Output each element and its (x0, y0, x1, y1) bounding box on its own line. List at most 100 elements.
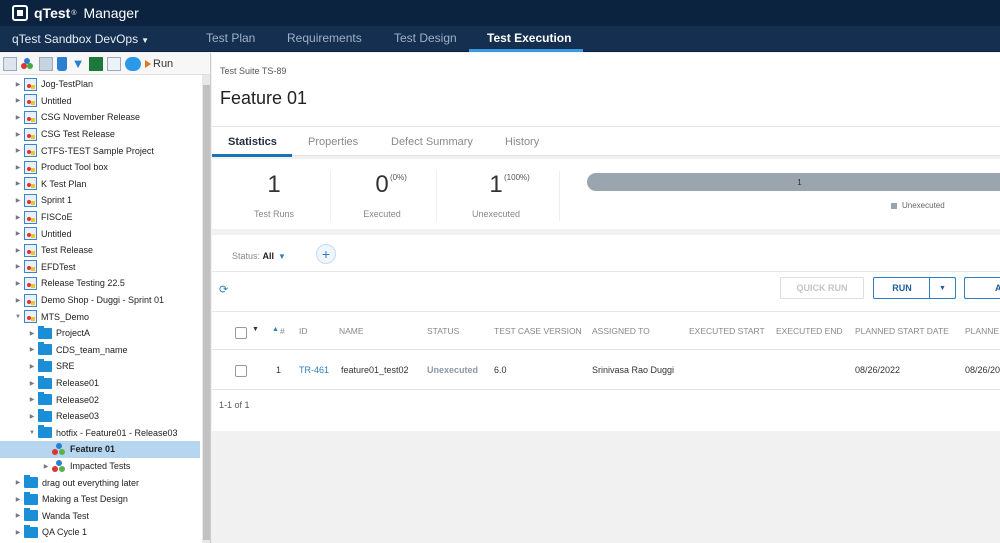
expand-closed-icon[interactable]: ▶ (28, 396, 36, 403)
tree-item[interactable]: ▶ drag out everything later (0, 474, 200, 491)
release-icon[interactable] (3, 56, 17, 71)
expand-closed-icon[interactable]: ▶ (14, 81, 22, 88)
tree-item[interactable]: ▶ Untitled (0, 225, 200, 242)
tree-item[interactable]: ▶ CSG Test Release (0, 126, 200, 143)
status-filter[interactable]: Status: All ▼ (232, 251, 286, 261)
expand-closed-icon[interactable]: ▶ (14, 131, 22, 138)
col-header-assigned-to[interactable]: ASSIGNED TO (592, 326, 650, 336)
tree-item[interactable]: ▶ CDS_team_name (0, 342, 200, 359)
select-menu-caret-icon[interactable]: ▼ (252, 326, 259, 333)
expand-closed-icon[interactable]: ▶ (14, 230, 22, 237)
expand-closed-icon[interactable]: ▶ (28, 380, 36, 387)
nav-tab-requirements[interactable]: Requirements (287, 31, 362, 45)
tree-item[interactable]: ▶ EFDTest (0, 259, 200, 276)
col-header-status[interactable]: STATUS (427, 326, 459, 336)
expand-closed-icon[interactable]: ▶ (42, 463, 50, 470)
export-excel-icon[interactable] (89, 56, 103, 71)
row-checkbox[interactable] (235, 365, 247, 377)
tree-item[interactable]: ▶ QA Cycle 1 (0, 524, 200, 541)
release-icon (24, 293, 37, 307)
expand-closed-icon[interactable]: ▶ (14, 114, 22, 121)
refresh-icon[interactable]: ⟳ (219, 283, 228, 296)
tree-item[interactable]: ▶ Impacted Tests (0, 458, 200, 475)
sidebar-scrollbar[interactable] (202, 75, 210, 543)
col-header-id[interactable]: ID (299, 326, 308, 336)
tree-item[interactable]: ▶ Demo Shop - Duggi - Sprint 01 (0, 292, 200, 309)
import-icon[interactable] (107, 56, 121, 71)
add-filter-button[interactable]: + (316, 244, 336, 264)
tree-item[interactable]: ▶ Jog-TestPlan (0, 76, 200, 93)
expand-closed-icon[interactable]: ▶ (14, 512, 22, 519)
expand-closed-icon[interactable]: ▶ (14, 496, 22, 503)
expand-closed-icon[interactable]: ▶ (14, 247, 22, 254)
expand-open-icon[interactable]: ▼ (14, 314, 22, 320)
release-icon (24, 276, 37, 290)
sort-asc-icon[interactable]: ▲ (272, 326, 279, 333)
tree-item[interactable]: ▶ Product Tool box (0, 159, 200, 176)
tree-item[interactable]: ▶ Release01 (0, 375, 200, 392)
nav-tab-test-design[interactable]: Test Design (394, 31, 457, 45)
tree-item[interactable]: ▼ MTS_Demo (0, 308, 200, 325)
tab-defect-summary[interactable]: Defect Summary (391, 136, 473, 148)
tree-item[interactable]: Feature 01 (0, 441, 200, 458)
expand-closed-icon[interactable]: ▶ (28, 346, 36, 353)
tab-statistics[interactable]: Statistics (228, 136, 277, 148)
expand-closed-icon[interactable]: ▶ (14, 164, 22, 171)
tree-item[interactable]: ▶ Sprint 1 (0, 192, 200, 209)
quick-run-button[interactable]: QUICK RUN (780, 277, 864, 299)
scrollbar-thumb[interactable] (203, 85, 210, 540)
third-action-button[interactable]: A (964, 277, 1000, 299)
tree-item[interactable]: ▶ Untitled (0, 93, 200, 110)
col-header-executed-end[interactable]: EXECUTED END (776, 326, 843, 336)
tree-item[interactable]: ▶ ProjectA (0, 325, 200, 342)
tree-item[interactable]: ▶ Release03 (0, 408, 200, 425)
expand-closed-icon[interactable]: ▶ (14, 214, 22, 221)
project-selector[interactable]: qTest Sandbox DevOps ▼ (12, 32, 149, 46)
tree-item[interactable]: ▶ CSG November Release (0, 109, 200, 126)
col-header-test-case-version[interactable]: TEST CASE VERSION (494, 326, 582, 336)
delete-icon[interactable] (57, 56, 67, 71)
tree-item[interactable]: ▶ Test Release (0, 242, 200, 259)
tree-item[interactable]: ▶ Making a Test Design (0, 491, 200, 508)
tab-history[interactable]: History (505, 136, 539, 148)
nav-tab-test-execution[interactable]: Test Execution (487, 31, 571, 45)
expand-closed-icon[interactable]: ▶ (14, 180, 22, 187)
run-button[interactable]: Run (145, 58, 173, 70)
select-all-checkbox[interactable] (235, 327, 247, 339)
run-button[interactable]: RUN (873, 277, 930, 299)
run-dropdown-button[interactable]: ▼ (929, 277, 956, 299)
tree-item[interactable]: ▼ hotfix - Feature01 - Release03 (0, 425, 200, 442)
expand-closed-icon[interactable]: ▶ (14, 479, 22, 486)
toggle-icon[interactable] (125, 56, 141, 71)
filter-icon[interactable]: ▼ (71, 56, 85, 71)
col-header-executed-start[interactable]: EXECUTED START (689, 326, 765, 336)
col-header-planned-end-date[interactable]: PLANNE (965, 326, 999, 336)
tree-item[interactable]: ▶ Wanda Test (0, 508, 200, 525)
tree-item[interactable]: ▶ K Test Plan (0, 176, 200, 193)
new-suite-icon[interactable] (21, 57, 35, 71)
expand-closed-icon[interactable]: ▶ (14, 97, 22, 104)
col-header-planned-start-date[interactable]: PLANNED START DATE (855, 326, 949, 336)
col-header-number[interactable]: # (280, 326, 285, 336)
tree-item[interactable]: ▶ Release02 (0, 391, 200, 408)
tree-item[interactable]: ▶ FISCoE (0, 209, 200, 226)
col-header-name[interactable]: NAME (339, 326, 364, 336)
expand-closed-icon[interactable]: ▶ (14, 529, 22, 536)
tab-properties[interactable]: Properties (308, 136, 358, 148)
expand-closed-icon[interactable]: ▶ (28, 330, 36, 337)
expand-closed-icon[interactable]: ▶ (28, 413, 36, 420)
cycle-folder-icon (38, 325, 52, 339)
nav-tab-test-plan[interactable]: Test Plan (206, 31, 255, 45)
expand-closed-icon[interactable]: ▶ (14, 297, 22, 304)
expand-closed-icon[interactable]: ▶ (14, 147, 22, 154)
new-module-icon[interactable] (39, 56, 53, 71)
expand-open-icon[interactable]: ▼ (28, 430, 36, 436)
tree-item[interactable]: ▶ SRE (0, 358, 200, 375)
tree-item[interactable]: ▶ CTFS-TEST Sample Project (0, 142, 200, 159)
expand-closed-icon[interactable]: ▶ (14, 263, 22, 270)
expand-closed-icon[interactable]: ▶ (28, 363, 36, 370)
cell-id-link[interactable]: TR-461 (299, 365, 329, 375)
tree-item[interactable]: ▶ Release Testing 22.5 (0, 275, 200, 292)
expand-closed-icon[interactable]: ▶ (14, 197, 22, 204)
expand-closed-icon[interactable]: ▶ (14, 280, 22, 287)
